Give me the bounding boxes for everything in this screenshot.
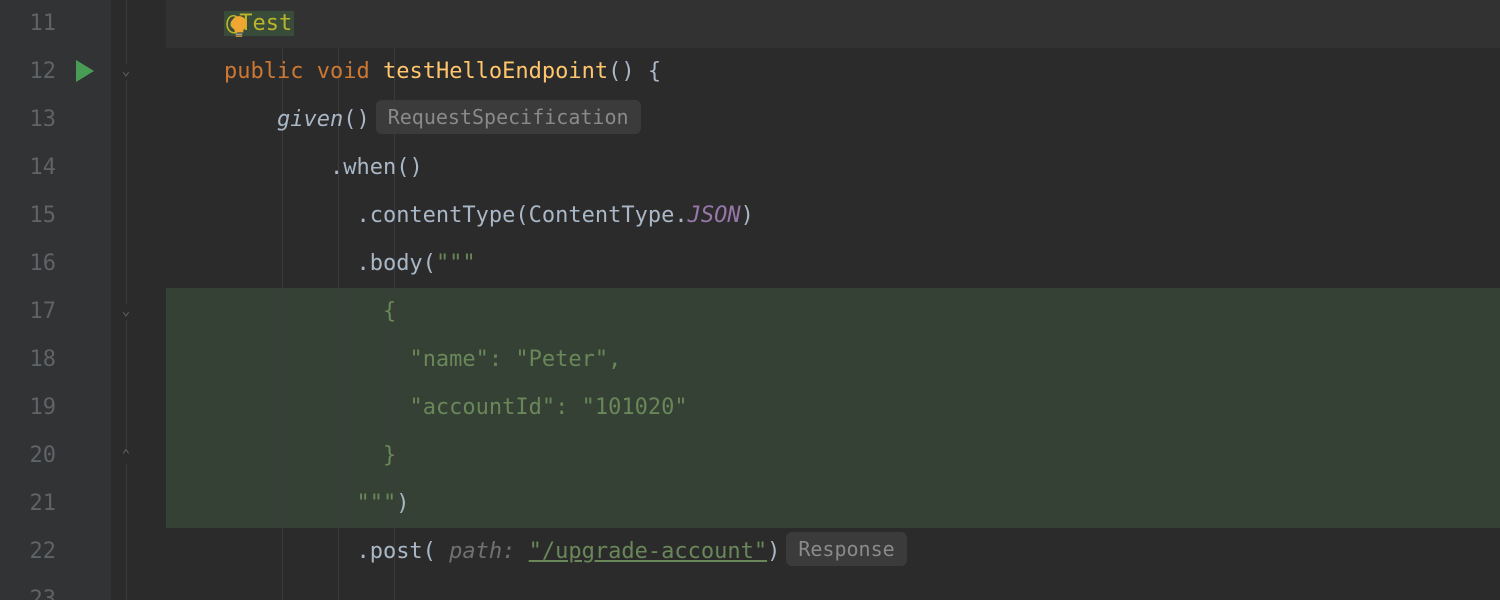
line-number: 11 bbox=[0, 0, 56, 48]
code-line[interactable]: .contentType(ContentType.JSON) bbox=[166, 192, 1500, 240]
code-line[interactable]: "accountId": "101020" bbox=[166, 384, 1500, 432]
code-line[interactable]: public void testHelloEndpoint() { bbox=[166, 48, 1500, 96]
method-name: testHelloEndpoint bbox=[383, 59, 608, 84]
intention-bulb-icon[interactable] bbox=[226, 10, 252, 36]
line-number: 15 bbox=[0, 192, 56, 240]
inline-hint: RequestSpecification bbox=[376, 100, 641, 134]
code-line[interactable]: .when() bbox=[166, 144, 1500, 192]
code-line[interactable] bbox=[166, 576, 1500, 600]
fold-end-icon[interactable]: ⌃ bbox=[118, 448, 134, 464]
line-number: 18 bbox=[0, 336, 56, 384]
line-number: 22 bbox=[0, 528, 56, 576]
line-number: 13 bbox=[0, 96, 56, 144]
line-number: 12 bbox=[0, 48, 56, 96]
code-line[interactable]: given()RequestSpecification bbox=[166, 96, 1500, 144]
gutter-markers bbox=[70, 0, 110, 600]
code-line[interactable]: """) bbox=[166, 480, 1500, 528]
line-number: 21 bbox=[0, 480, 56, 528]
code-line[interactable]: .body(""" bbox=[166, 240, 1500, 288]
fold-column: ⌄ ⌄ ⌃ bbox=[110, 0, 166, 600]
line-number: 19 bbox=[0, 384, 56, 432]
code-line[interactable]: .post( path: "/upgrade-account")Response bbox=[166, 528, 1500, 576]
code-line[interactable]: "name": "Peter", bbox=[166, 336, 1500, 384]
code-line[interactable]: } bbox=[166, 432, 1500, 480]
line-number: 20 bbox=[0, 432, 56, 480]
line-number: 14 bbox=[0, 144, 56, 192]
line-number: 16 bbox=[0, 240, 56, 288]
code-line[interactable]: @Test bbox=[166, 0, 1500, 48]
code-editor: 11121314151617181920212223 ⌄ ⌄ ⌃ @Test p… bbox=[0, 0, 1500, 600]
line-number: 23 bbox=[0, 576, 56, 600]
run-test-icon[interactable] bbox=[76, 60, 94, 82]
param-hint: path: bbox=[436, 539, 529, 564]
line-number: 17 bbox=[0, 288, 56, 336]
fold-toggle-icon[interactable]: ⌄ bbox=[118, 304, 134, 320]
code-line[interactable]: { bbox=[166, 288, 1500, 336]
line-number-gutter: 11121314151617181920212223 bbox=[0, 0, 70, 600]
fold-toggle-icon[interactable]: ⌄ bbox=[118, 64, 134, 80]
code-area[interactable]: @Test public void testHelloEndpoint() { … bbox=[166, 0, 1500, 600]
inline-hint: Response bbox=[786, 532, 906, 566]
